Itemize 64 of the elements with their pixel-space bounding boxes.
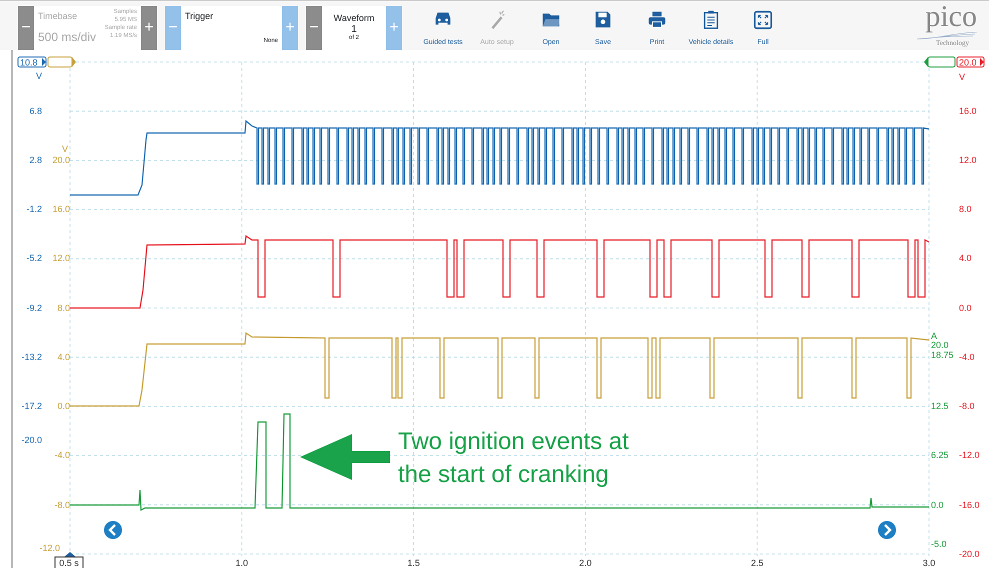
axis-label: 12.5 <box>931 401 949 411</box>
timebase-value: 500 ms/div <box>38 29 96 46</box>
axis-label: 2.0 <box>579 558 592 568</box>
axis-label: 18.75 <box>931 350 954 360</box>
axis-label: -17.2 <box>21 401 42 411</box>
axis-label: -20.0 <box>21 435 42 445</box>
axis-label: 20.0 <box>52 155 70 165</box>
waveform-label: Waveform <box>334 14 374 24</box>
axis-label: 8.0 <box>959 204 972 214</box>
unit-label: V <box>62 144 68 154</box>
axis-label: 1.0 <box>236 558 248 568</box>
axis-label: 3.0 <box>922 558 936 568</box>
decrement-button[interactable]: − <box>306 6 322 50</box>
axis-label: 2.5 <box>750 558 764 568</box>
axis-label: 4.0 <box>959 253 972 263</box>
axis-label: 6.8 <box>29 106 42 116</box>
axis-label: 1.5 <box>407 558 420 568</box>
axis-label: 12.0 <box>959 155 977 165</box>
logo-wave-drawing <box>917 32 977 40</box>
axis-label: -5.0 <box>931 539 947 549</box>
expand-icon <box>752 9 774 31</box>
axis-label: -8.0 <box>54 500 70 510</box>
axis-label: 0.0 <box>931 500 944 510</box>
waveform-number: 1 <box>351 24 357 36</box>
timebase-label: Timebase <box>38 10 78 23</box>
axis-label: 0.0 <box>959 303 972 313</box>
axis-label: 20.0 <box>931 340 949 350</box>
arrow-icon <box>300 434 390 480</box>
axis-label: -4.0 <box>54 450 70 460</box>
next-button[interactable] <box>878 521 896 539</box>
time-cursor[interactable] <box>54 552 84 568</box>
axis-label: -16.0 <box>959 500 980 510</box>
unit-label: V <box>36 71 42 81</box>
axis-label: 16.0 <box>52 204 70 214</box>
trigger-label: Trigger <box>185 10 214 23</box>
axis-label: -5.2 <box>26 253 42 263</box>
increment-button[interactable]: + <box>282 6 298 50</box>
axis-label: -20.0 <box>959 549 980 559</box>
increment-button[interactable]: + <box>386 6 402 50</box>
axis-label: 8.0 <box>57 303 70 313</box>
axis-label: 4.0 <box>57 352 70 362</box>
logo-text: pico <box>925 2 977 32</box>
axis-label: 6.25 <box>931 450 949 460</box>
axis-label: 2.8 <box>29 155 42 165</box>
unit-label: V <box>959 72 966 82</box>
axis-label: -9.2 <box>26 303 42 313</box>
axis-label: 16.0 <box>959 106 977 116</box>
axis-label: -12.0 <box>39 543 60 553</box>
previous-button[interactable] <box>104 521 122 539</box>
axis-label: -13.2 <box>21 352 42 362</box>
decrement-button[interactable]: − <box>18 6 34 50</box>
axis-label: 12.0 <box>52 253 70 263</box>
scale-value: 20.0 <box>959 58 977 68</box>
time-cursor-label: 0.5 s <box>59 558 79 568</box>
scale-value: 10.8 <box>20 58 38 68</box>
axis-label: -4.0 <box>959 352 975 362</box>
axis-label: -8.0 <box>959 401 975 411</box>
increment-button[interactable]: + <box>141 6 157 50</box>
decrement-button[interactable]: − <box>165 6 181 50</box>
axis-label: -12.0 <box>959 450 980 460</box>
unit-label: A <box>931 331 938 341</box>
axis-label: 0.0 <box>57 401 70 411</box>
axis-label: -1.2 <box>26 204 42 214</box>
annotation-text: Two ignition events at the start of cranking <box>398 428 629 488</box>
